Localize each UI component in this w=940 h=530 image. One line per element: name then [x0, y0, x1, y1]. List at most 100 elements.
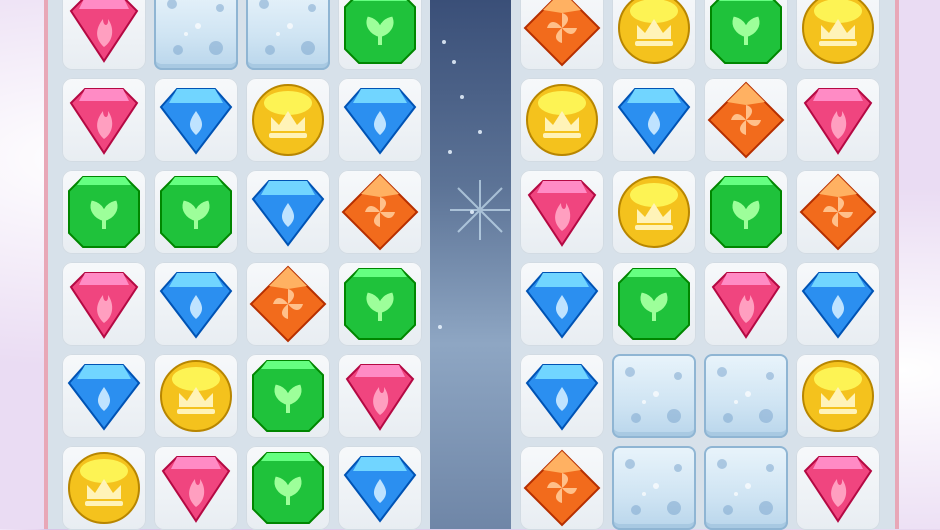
droplet-icon: [799, 265, 877, 343]
board-cell[interactable]: [246, 0, 330, 70]
board-cell[interactable]: [796, 0, 880, 70]
droplet-icon: [249, 173, 327, 251]
flame-icon: [523, 173, 601, 251]
flower-icon: [704, 354, 788, 438]
board-cell[interactable]: [796, 262, 880, 346]
board-cell[interactable]: [338, 0, 422, 70]
board-cell[interactable]: [154, 170, 238, 254]
sparkle: [478, 130, 482, 134]
crown-icon: [615, 0, 693, 67]
board-cell[interactable]: [338, 262, 422, 346]
pinwheel-icon: [523, 449, 601, 527]
leaf-icon: [249, 449, 327, 527]
board-cell[interactable]: [612, 262, 696, 346]
droplet-icon: [65, 357, 143, 435]
board-cell[interactable]: [612, 354, 696, 438]
board-cell[interactable]: [62, 0, 146, 70]
board-cell[interactable]: [704, 262, 788, 346]
board-cell[interactable]: [62, 262, 146, 346]
flower-icon: [612, 354, 696, 438]
sparkle: [442, 40, 446, 44]
flame-icon: [157, 449, 235, 527]
crown-icon: [249, 81, 327, 159]
board-cell[interactable]: [154, 78, 238, 162]
board-cell[interactable]: [612, 446, 696, 530]
flame-icon: [707, 265, 785, 343]
board-cell[interactable]: [520, 0, 604, 70]
flower-icon: [246, 0, 330, 70]
leaf-icon: [341, 265, 419, 343]
crown-icon: [615, 173, 693, 251]
crown-icon: [799, 357, 877, 435]
leaf-icon: [65, 173, 143, 251]
board-cell[interactable]: [62, 78, 146, 162]
flame-icon: [799, 81, 877, 159]
droplet-icon: [523, 265, 601, 343]
board-cell[interactable]: [796, 446, 880, 530]
pinwheel-icon: [249, 265, 327, 343]
droplet-icon: [341, 81, 419, 159]
board-cell[interactable]: [704, 446, 788, 530]
leaf-icon: [615, 265, 693, 343]
right-game-board: [520, 0, 880, 530]
board-cell[interactable]: [246, 170, 330, 254]
board-cell[interactable]: [520, 262, 604, 346]
flame-icon: [341, 357, 419, 435]
board-cell[interactable]: [246, 446, 330, 530]
leaf-icon: [249, 357, 327, 435]
leaf-icon: [707, 173, 785, 251]
board-cell[interactable]: [704, 0, 788, 70]
star-burst-icon: [450, 180, 510, 240]
board-cell[interactable]: [246, 262, 330, 346]
board-cell[interactable]: [154, 0, 238, 70]
board-cell[interactable]: [154, 262, 238, 346]
leaf-icon: [707, 0, 785, 67]
sparkle: [448, 150, 452, 154]
board-cell[interactable]: [62, 354, 146, 438]
board-cell[interactable]: [338, 170, 422, 254]
board-cell[interactable]: [520, 354, 604, 438]
droplet-icon: [523, 357, 601, 435]
pinwheel-icon: [707, 81, 785, 159]
droplet-icon: [341, 449, 419, 527]
pinwheel-icon: [523, 0, 601, 67]
droplet-icon: [157, 265, 235, 343]
board-cell[interactable]: [612, 0, 696, 70]
left-game-board: [62, 0, 422, 530]
pinwheel-icon: [341, 173, 419, 251]
board-cell[interactable]: [62, 446, 146, 530]
leaf-icon: [341, 0, 419, 67]
leaf-icon: [157, 173, 235, 251]
board-cell[interactable]: [520, 78, 604, 162]
board-cell[interactable]: [520, 170, 604, 254]
board-cell[interactable]: [612, 78, 696, 162]
board-cell[interactable]: [796, 170, 880, 254]
flower-icon: [612, 446, 696, 530]
board-cell[interactable]: [612, 170, 696, 254]
flame-icon: [65, 265, 143, 343]
board-cell[interactable]: [154, 354, 238, 438]
sparkle: [460, 95, 464, 99]
board-cell[interactable]: [338, 446, 422, 530]
board-cell[interactable]: [704, 170, 788, 254]
board-cell[interactable]: [796, 78, 880, 162]
board-cell[interactable]: [796, 354, 880, 438]
board-cell[interactable]: [338, 78, 422, 162]
board-cell[interactable]: [246, 78, 330, 162]
board-cell[interactable]: [520, 446, 604, 530]
flower-icon: [154, 0, 238, 70]
board-cell[interactable]: [338, 354, 422, 438]
board-cell[interactable]: [154, 446, 238, 530]
sparkle: [452, 60, 456, 64]
crown-icon: [523, 81, 601, 159]
board-cell[interactable]: [62, 170, 146, 254]
crown-icon: [157, 357, 235, 435]
sparkle: [438, 325, 442, 329]
center-divider: [430, 0, 511, 529]
crown-icon: [799, 0, 877, 67]
board-cell[interactable]: [704, 78, 788, 162]
board-cell[interactable]: [246, 354, 330, 438]
flower-icon: [704, 446, 788, 530]
board-cell[interactable]: [704, 354, 788, 438]
flame-icon: [799, 449, 877, 527]
